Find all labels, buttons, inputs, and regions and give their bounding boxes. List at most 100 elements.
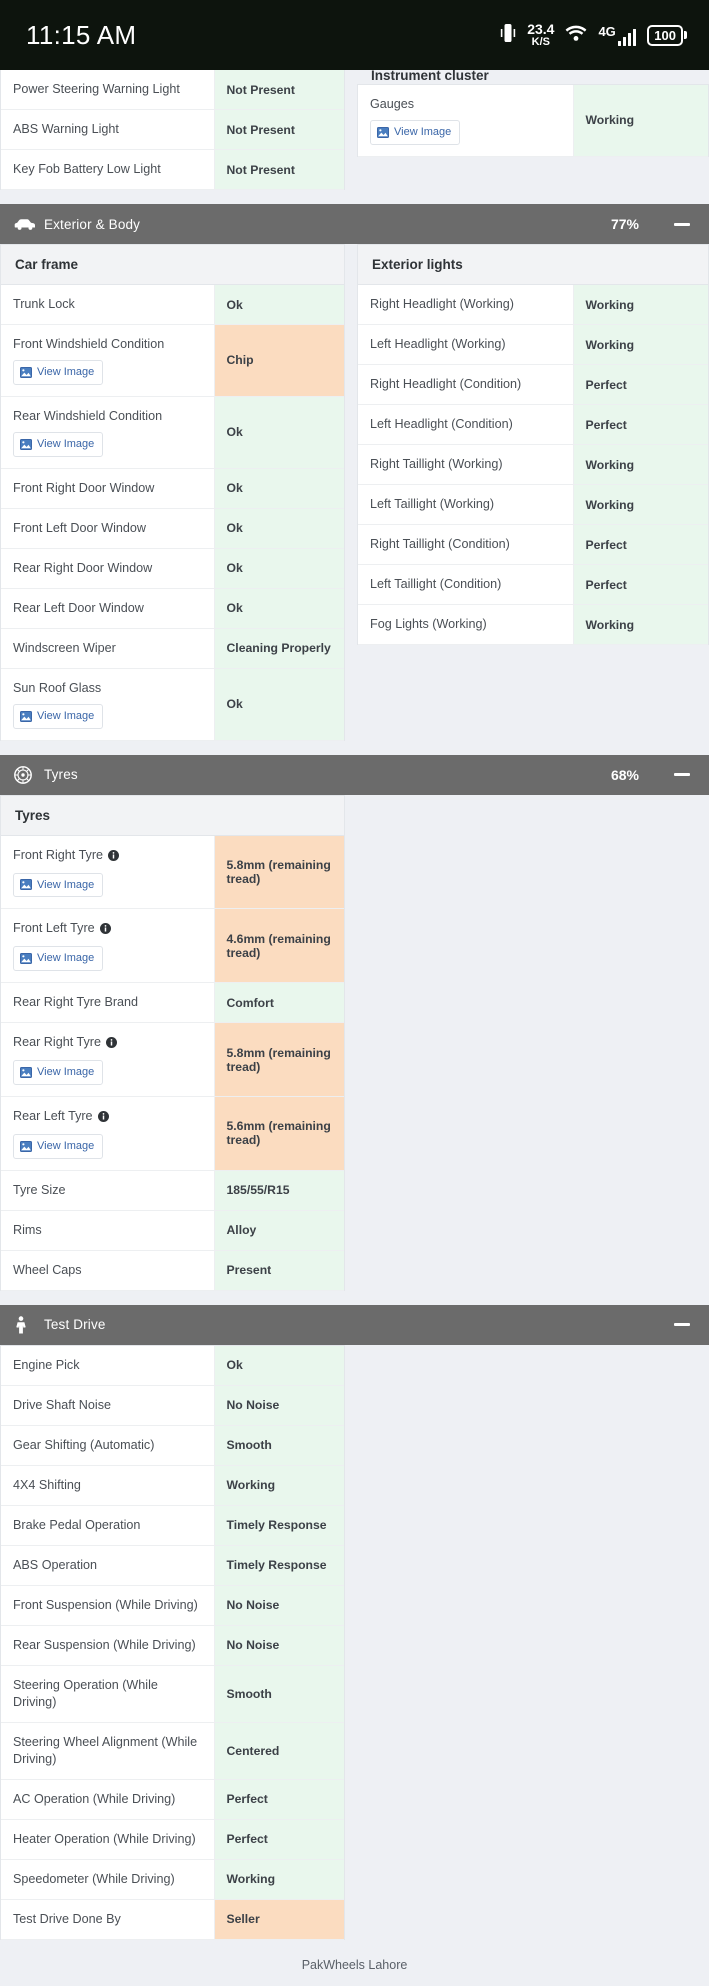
row-value-cell: Chip xyxy=(214,324,344,397)
row-label-cell: AC Operation (While Driving) xyxy=(1,1779,215,1820)
row-value-cell: Cleaning Properly xyxy=(214,628,344,669)
section-header-test-drive[interactable]: Test Drive xyxy=(0,1304,709,1345)
row-value-cell: Not Present xyxy=(214,109,344,150)
row-label: AC Operation (While Driving) xyxy=(13,1791,176,1806)
network-speed-unit: K/S xyxy=(531,35,550,48)
row-label: Front Suspension (While Driving) xyxy=(13,1597,198,1612)
view-image-button[interactable]: View Image xyxy=(13,1134,104,1159)
table-row: Gauges View Image Working xyxy=(358,85,708,157)
row-value: No Noise xyxy=(226,1398,280,1413)
row-value-cell: Ok xyxy=(214,588,344,629)
car-icon xyxy=(14,218,40,231)
row-label: Right Headlight (Working) xyxy=(370,297,514,311)
row-label-cell: Right Taillight (Condition) xyxy=(358,524,574,565)
row-label: Left Headlight (Condition) xyxy=(370,417,513,431)
section-collapse-button[interactable] xyxy=(673,773,691,777)
section-left-column: Car frame Trunk Lock Ok Front Windshield… xyxy=(0,244,345,741)
section-header-exterior-body[interactable]: Exterior & Body 77% xyxy=(0,204,709,244)
image-icon xyxy=(20,953,32,965)
row-value-cell: Perfect xyxy=(573,364,708,405)
section-collapse-button[interactable] xyxy=(673,1323,691,1327)
view-image-button[interactable]: View Image xyxy=(13,946,104,972)
row-value-cell: Perfect xyxy=(573,564,708,605)
row-label: Windscreen Wiper xyxy=(13,640,116,655)
row-value-cell: Timely Response xyxy=(214,1545,344,1586)
row-label-cell: 4X4 Shifting xyxy=(1,1465,215,1506)
table-row: Left Headlight (Working) Working xyxy=(358,324,708,365)
row-label: ABS Warning Light xyxy=(13,122,119,136)
row-label-cell: Front Left Tyre View Image xyxy=(1,908,215,983)
inspection-table: Right Headlight (Working) Working Left H… xyxy=(358,285,708,645)
view-image-button[interactable]: View Image xyxy=(370,120,461,145)
row-label: Engine Pick xyxy=(13,1357,80,1372)
row-label-cell: Drive Shaft Noise xyxy=(1,1385,215,1426)
row-label: Right Taillight (Working) xyxy=(370,457,503,471)
table-row: Rear Left Door Window Ok xyxy=(1,588,344,629)
info-icon xyxy=(108,849,120,861)
row-label-cell: Front Right Door Window xyxy=(1,468,215,509)
row-value-cell: Working xyxy=(573,444,708,485)
row-value-cell: Perfect xyxy=(214,1819,344,1860)
row-value-cell: Ok xyxy=(214,285,344,325)
inspection-table: Engine Pick Ok Drive Shaft Noise No Nois… xyxy=(1,1345,344,1940)
inspection-card: Engine Pick Ok Drive Shaft Noise No Nois… xyxy=(0,1344,345,1940)
row-value: Ok xyxy=(226,481,243,496)
row-label: Front Right Tyre xyxy=(13,847,104,862)
row-value: Working xyxy=(585,337,635,352)
row-label-cell: Gauges View Image xyxy=(358,85,574,157)
table-row: Sun Roof Glass View Image Ok xyxy=(1,668,344,741)
view-image-button[interactable]: View Image xyxy=(13,431,104,457)
row-value-cell: Not Present xyxy=(214,70,344,110)
partial-section-top: Power Steering Warning Light Not Present… xyxy=(0,70,709,190)
table-row: Gear Shifting (Automatic) Smooth xyxy=(1,1425,344,1466)
row-value-cell: Ok xyxy=(214,668,344,741)
view-image-button[interactable]: View Image xyxy=(13,703,104,729)
row-label: Rear Left Door Window xyxy=(13,600,144,615)
row-value: Smooth xyxy=(226,1438,272,1453)
info-icon[interactable] xyxy=(108,849,120,866)
table-row: Right Taillight (Working) Working xyxy=(358,444,708,485)
row-label-cell: Left Taillight (Condition) xyxy=(358,564,574,605)
section-body-test-drive: Engine Pick Ok Drive Shaft Noise No Nois… xyxy=(0,1344,709,1940)
row-value: Working xyxy=(226,1478,276,1493)
info-icon[interactable] xyxy=(97,1110,109,1127)
row-value-cell: No Noise xyxy=(214,1385,344,1426)
table-row: Heater Operation (While Driving) Perfect xyxy=(1,1819,344,1860)
view-image-button[interactable]: View Image xyxy=(13,360,104,385)
section-collapse-button[interactable] xyxy=(673,222,691,226)
row-value-cell: Ok xyxy=(214,468,344,509)
row-label: Right Taillight (Condition) xyxy=(370,537,510,551)
image-icon xyxy=(377,126,389,138)
table-row: Front Right Door Window Ok xyxy=(1,468,344,509)
view-image-button[interactable]: View Image xyxy=(13,1060,104,1086)
row-label: 4X4 Shifting xyxy=(13,1477,81,1492)
row-label: Fog Lights (Working) xyxy=(370,617,487,631)
table-row: Left Headlight (Condition) Perfect xyxy=(358,404,708,445)
view-image-button[interactable]: View Image xyxy=(13,872,104,898)
battery-icon: 100 xyxy=(647,24,687,46)
info-icon[interactable] xyxy=(105,1036,117,1053)
row-value-cell: Working xyxy=(214,1859,344,1900)
row-value-cell: No Noise xyxy=(214,1585,344,1626)
page-footer: PakWheels Lahore xyxy=(0,1939,709,1986)
row-label-cell: Left Headlight (Condition) xyxy=(358,404,574,445)
row-label-cell: Sun Roof Glass View Image xyxy=(1,668,215,741)
network-type-label: 4G xyxy=(598,24,616,39)
info-icon[interactable] xyxy=(99,922,111,939)
table-row: Left Taillight (Working) Working xyxy=(358,484,708,525)
row-value: No Noise xyxy=(226,1598,280,1613)
row-label: Brake Pedal Operation xyxy=(13,1517,141,1532)
image-icon xyxy=(20,1140,32,1152)
section-header-tyres[interactable]: Tyres 68% xyxy=(0,754,709,795)
row-label-cell: Speedometer (While Driving) xyxy=(1,1859,215,1900)
row-label-cell: Steering Wheel Alignment (While Driving) xyxy=(1,1722,215,1780)
table-row: Rear Right Tyre View Image 5.8mm (remain… xyxy=(1,1022,344,1097)
view-image-label: View Image xyxy=(37,952,95,965)
row-label-cell: Tyre Size xyxy=(1,1170,215,1211)
row-value-cell: No Noise xyxy=(214,1625,344,1666)
row-value: Perfect xyxy=(585,577,627,592)
section-left-column: Tyres Front Right Tyre View Image 5.8mm … xyxy=(0,794,345,1291)
view-image-label: View Image xyxy=(37,1066,95,1079)
image-icon xyxy=(20,879,32,891)
row-label: Right Headlight (Condition) xyxy=(370,377,522,391)
